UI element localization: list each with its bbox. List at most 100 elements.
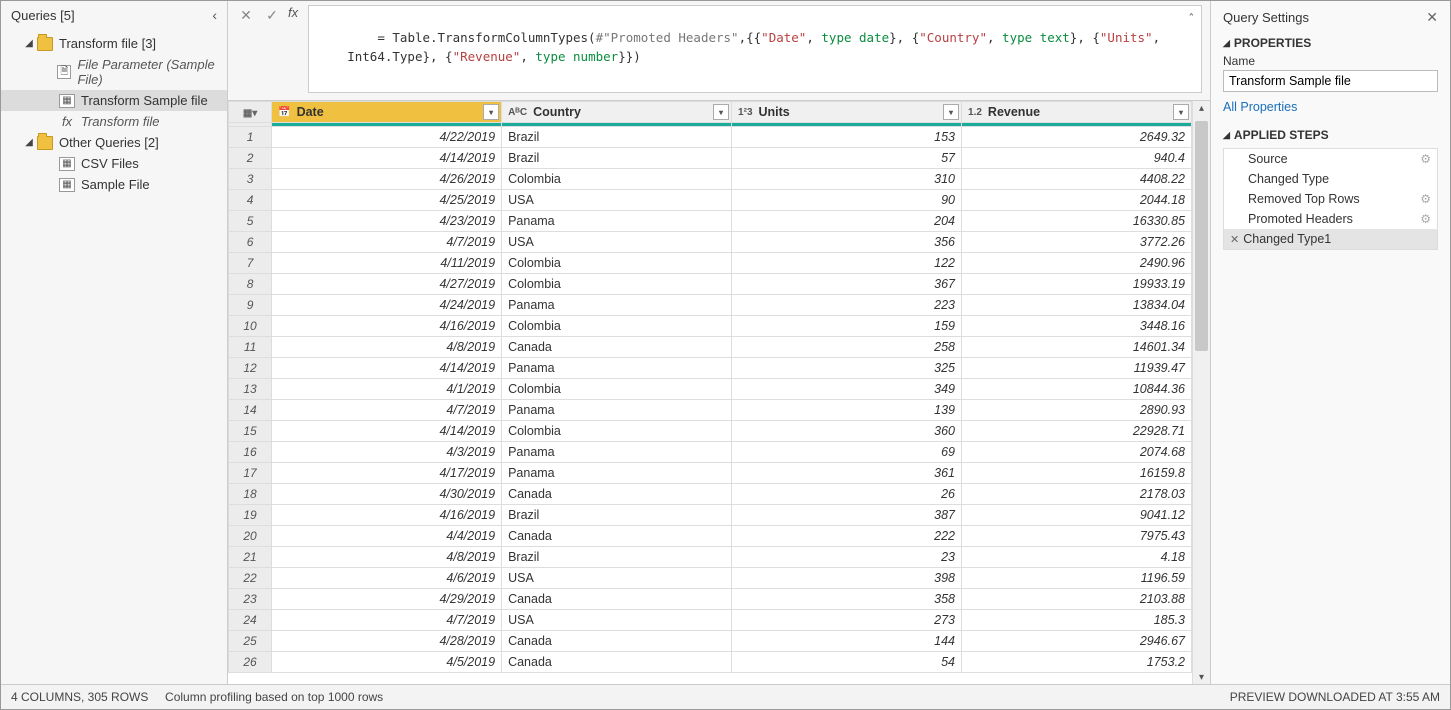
table-row[interactable]: 194/16/2019Brazil3879041.12 bbox=[229, 505, 1192, 526]
row-number[interactable]: 10 bbox=[229, 316, 272, 337]
row-number[interactable]: 2 bbox=[229, 148, 272, 169]
query-group[interactable]: ◢Other Queries [2] bbox=[1, 132, 227, 153]
table-row[interactable]: 174/17/2019Panama36116159.8 bbox=[229, 463, 1192, 484]
delete-step-icon[interactable]: ✕ bbox=[1230, 233, 1239, 246]
applied-step[interactable]: Promoted Headers⚙ bbox=[1224, 209, 1437, 229]
cell-country[interactable]: Colombia bbox=[502, 379, 732, 400]
cell-country[interactable]: Canada bbox=[502, 337, 732, 358]
table-row[interactable]: 14/22/2019Brazil1532649.32 bbox=[229, 127, 1192, 148]
row-number[interactable]: 14 bbox=[229, 400, 272, 421]
row-number[interactable]: 15 bbox=[229, 421, 272, 442]
row-number[interactable]: 22 bbox=[229, 568, 272, 589]
query-group[interactable]: ◢Transform file [3] bbox=[1, 33, 227, 54]
cell-units[interactable]: 23 bbox=[732, 547, 962, 568]
table-row[interactable]: 134/1/2019Colombia34910844.36 bbox=[229, 379, 1192, 400]
cancel-formula-icon[interactable]: ✕ bbox=[236, 5, 256, 25]
cell-revenue[interactable]: 13834.04 bbox=[962, 295, 1192, 316]
properties-section[interactable]: ◢PROPERTIES bbox=[1223, 36, 1438, 50]
column-header-units[interactable]: 1²3Units▾ bbox=[732, 102, 962, 123]
column-header-date[interactable]: 📅Date▾ bbox=[272, 102, 502, 123]
gear-icon[interactable]: ⚙ bbox=[1420, 152, 1431, 166]
cell-revenue[interactable]: 1753.2 bbox=[962, 652, 1192, 673]
data-grid[interactable]: ▦▾ 📅Date▾AᴮCCountry▾1²3Units▾1.2Revenue▾… bbox=[228, 101, 1192, 685]
cell-date[interactable]: 4/6/2019 bbox=[272, 568, 502, 589]
cell-units[interactable]: 361 bbox=[732, 463, 962, 484]
applied-step[interactable]: Changed Type bbox=[1224, 169, 1437, 189]
column-filter-dropdown[interactable]: ▾ bbox=[1173, 104, 1189, 120]
row-number[interactable]: 5 bbox=[229, 211, 272, 232]
cell-revenue[interactable]: 2103.88 bbox=[962, 589, 1192, 610]
cell-date[interactable]: 4/14/2019 bbox=[272, 148, 502, 169]
type-icon[interactable]: 📅 bbox=[276, 107, 292, 118]
cell-date[interactable]: 4/16/2019 bbox=[272, 505, 502, 526]
cell-date[interactable]: 4/7/2019 bbox=[272, 400, 502, 421]
cell-country[interactable]: Brazil bbox=[502, 148, 732, 169]
cell-revenue[interactable]: 9041.12 bbox=[962, 505, 1192, 526]
row-number[interactable]: 19 bbox=[229, 505, 272, 526]
cell-country[interactable]: Panama bbox=[502, 358, 732, 379]
query-item[interactable]: 🗎File Parameter (Sample File) bbox=[1, 54, 227, 90]
cell-country[interactable]: Panama bbox=[502, 211, 732, 232]
scroll-thumb[interactable] bbox=[1195, 121, 1208, 351]
row-number[interactable]: 24 bbox=[229, 610, 272, 631]
cell-revenue[interactable]: 7975.43 bbox=[962, 526, 1192, 547]
table-row[interactable]: 114/8/2019Canada25814601.34 bbox=[229, 337, 1192, 358]
cell-revenue[interactable]: 14601.34 bbox=[962, 337, 1192, 358]
cell-country[interactable]: Colombia bbox=[502, 253, 732, 274]
cell-revenue[interactable]: 4408.22 bbox=[962, 169, 1192, 190]
cell-units[interactable]: 222 bbox=[732, 526, 962, 547]
cell-country[interactable]: Panama bbox=[502, 400, 732, 421]
column-header-revenue[interactable]: 1.2Revenue▾ bbox=[962, 102, 1192, 123]
row-number[interactable]: 7 bbox=[229, 253, 272, 274]
cell-units[interactable]: 398 bbox=[732, 568, 962, 589]
cell-country[interactable]: Colombia bbox=[502, 274, 732, 295]
cell-country[interactable]: Brazil bbox=[502, 547, 732, 568]
applied-step[interactable]: ✕Changed Type1 bbox=[1224, 229, 1437, 249]
cell-units[interactable]: 153 bbox=[732, 127, 962, 148]
cell-country[interactable]: Canada bbox=[502, 652, 732, 673]
cell-date[interactable]: 4/4/2019 bbox=[272, 526, 502, 547]
table-row[interactable]: 214/8/2019Brazil234.18 bbox=[229, 547, 1192, 568]
cell-units[interactable]: 349 bbox=[732, 379, 962, 400]
row-number[interactable]: 20 bbox=[229, 526, 272, 547]
fx-icon[interactable]: fx bbox=[288, 5, 298, 20]
table-row[interactable]: 264/5/2019Canada541753.2 bbox=[229, 652, 1192, 673]
table-row[interactable]: 44/25/2019USA902044.18 bbox=[229, 190, 1192, 211]
cell-country[interactable]: Canada bbox=[502, 526, 732, 547]
cell-date[interactable]: 4/7/2019 bbox=[272, 610, 502, 631]
cell-date[interactable]: 4/29/2019 bbox=[272, 589, 502, 610]
cell-units[interactable]: 204 bbox=[732, 211, 962, 232]
cell-date[interactable]: 4/8/2019 bbox=[272, 547, 502, 568]
cell-units[interactable]: 273 bbox=[732, 610, 962, 631]
cell-country[interactable]: USA bbox=[502, 610, 732, 631]
row-number[interactable]: 6 bbox=[229, 232, 272, 253]
cell-date[interactable]: 4/3/2019 bbox=[272, 442, 502, 463]
cell-country[interactable]: Panama bbox=[502, 463, 732, 484]
cell-units[interactable]: 367 bbox=[732, 274, 962, 295]
cell-country[interactable]: Colombia bbox=[502, 169, 732, 190]
cell-date[interactable]: 4/14/2019 bbox=[272, 421, 502, 442]
table-row[interactable]: 224/6/2019USA3981196.59 bbox=[229, 568, 1192, 589]
table-row[interactable]: 164/3/2019Panama692074.68 bbox=[229, 442, 1192, 463]
cell-date[interactable]: 4/5/2019 bbox=[272, 652, 502, 673]
cell-date[interactable]: 4/28/2019 bbox=[272, 631, 502, 652]
cell-date[interactable]: 4/17/2019 bbox=[272, 463, 502, 484]
row-number[interactable]: 12 bbox=[229, 358, 272, 379]
cell-date[interactable]: 4/16/2019 bbox=[272, 316, 502, 337]
cell-revenue[interactable]: 2044.18 bbox=[962, 190, 1192, 211]
cell-revenue[interactable]: 16330.85 bbox=[962, 211, 1192, 232]
cell-revenue[interactable]: 3448.16 bbox=[962, 316, 1192, 337]
table-row[interactable]: 184/30/2019Canada262178.03 bbox=[229, 484, 1192, 505]
collapse-queries-icon[interactable]: ‹ bbox=[212, 7, 217, 23]
table-row[interactable]: 204/4/2019Canada2227975.43 bbox=[229, 526, 1192, 547]
cell-units[interactable]: 54 bbox=[732, 652, 962, 673]
cell-revenue[interactable]: 4.18 bbox=[962, 547, 1192, 568]
cell-units[interactable]: 223 bbox=[732, 295, 962, 316]
cell-date[interactable]: 4/24/2019 bbox=[272, 295, 502, 316]
cell-date[interactable]: 4/30/2019 bbox=[272, 484, 502, 505]
table-row[interactable]: 124/14/2019Panama32511939.47 bbox=[229, 358, 1192, 379]
row-number[interactable]: 11 bbox=[229, 337, 272, 358]
row-number[interactable]: 25 bbox=[229, 631, 272, 652]
column-filter-dropdown[interactable]: ▾ bbox=[713, 104, 729, 120]
cell-units[interactable]: 90 bbox=[732, 190, 962, 211]
